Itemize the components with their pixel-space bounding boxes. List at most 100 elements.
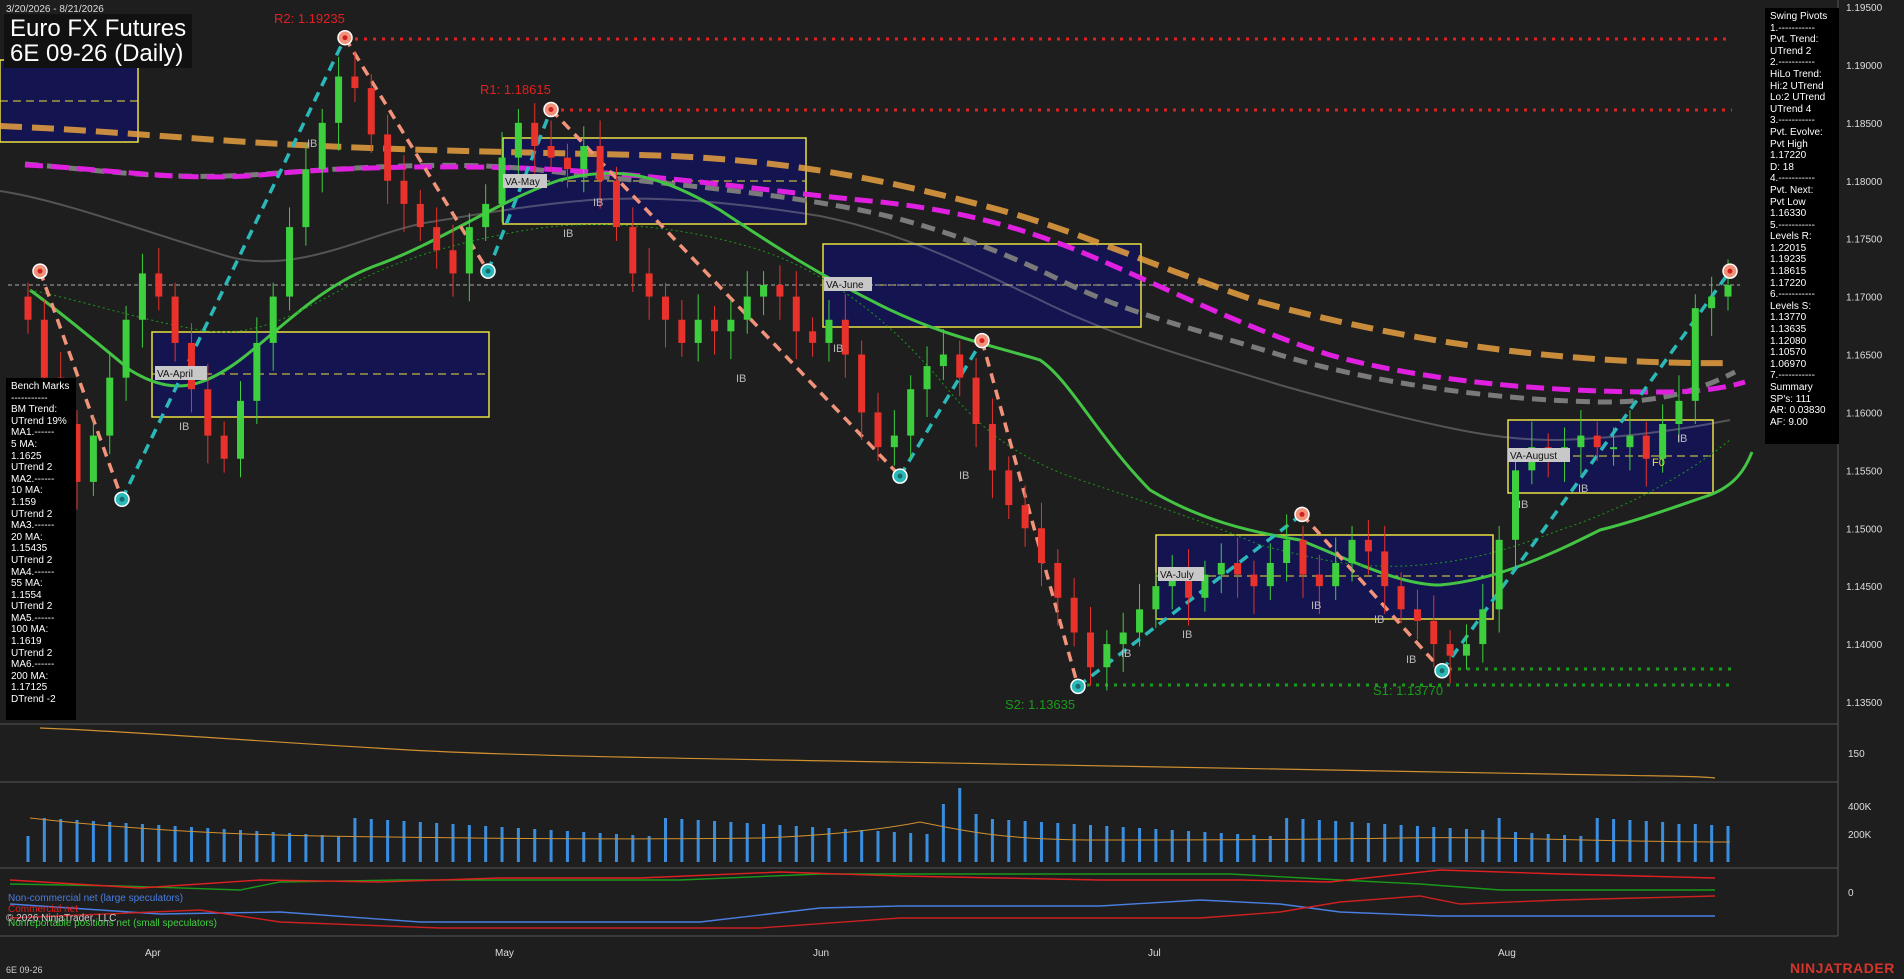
candle-body [1152, 586, 1160, 610]
candle-body [1610, 447, 1618, 450]
volume-bar [1399, 825, 1403, 862]
candle-body [907, 389, 915, 436]
volume-bar [451, 824, 455, 862]
volume-bar [1350, 822, 1354, 862]
chart-title: Euro FX Futures [10, 15, 187, 42]
swing-marker-core [1727, 268, 1733, 274]
candle-body [776, 285, 784, 297]
bench_marks-line: MA6.------ [11, 659, 55, 671]
s1-label: S1: 1.13770 [1373, 683, 1443, 698]
ib-marker: IB [1406, 654, 1416, 666]
swing-marker-core [1299, 511, 1305, 517]
bench_marks-line: 1.1619 [11, 636, 42, 648]
volume-bar [1448, 828, 1452, 862]
candle-body [580, 146, 588, 170]
volume-bar [1187, 831, 1191, 862]
ib-marker: IB [593, 197, 603, 209]
volume-bar [843, 829, 847, 862]
footer-symbol: 6E 09-26 [6, 965, 43, 975]
candle-body [1708, 296, 1716, 309]
time-tick-label: May [495, 948, 514, 959]
candle-body [384, 134, 392, 181]
candle-body [792, 296, 800, 332]
candle-body [1446, 644, 1454, 656]
legend-noncommercial: Non-commercial net (large speculators) [8, 893, 184, 904]
volume-bar [1481, 830, 1485, 862]
volume-bar [239, 830, 242, 862]
price-tick-label: 1.15000 [1846, 524, 1883, 535]
bench_marks-line: 55 MA: [11, 578, 43, 590]
volume-bar [255, 831, 259, 862]
bench_marks-line: Bench Marks [11, 381, 70, 392]
swing_pivots-line: 6.----------- [1770, 289, 1815, 301]
candle-body [809, 331, 817, 343]
candle-body [237, 400, 244, 459]
cot-tick-zero: 0 [1848, 888, 1854, 899]
volume-bar [1252, 835, 1256, 862]
chart-subtitle: 6E 09-26 (Daily) [10, 40, 184, 67]
volume-bar [598, 833, 602, 862]
swing_pivots-line: 1.06970 [1770, 358, 1807, 370]
swing_pivots-line: 3.----------- [1770, 115, 1815, 127]
s2-label: S2: 1.13635 [1005, 697, 1075, 712]
volume-bar [680, 819, 684, 862]
bench_marks-line: UTrend 2 [11, 554, 53, 566]
volume-bar [1301, 819, 1305, 862]
volume-bar [1236, 834, 1240, 862]
volume-bar [1661, 822, 1665, 862]
volume-bar [696, 820, 700, 862]
price-tick-label: 1.19000 [1846, 61, 1883, 72]
price-tick-label: 1.14500 [1846, 582, 1883, 593]
volume-bar [860, 830, 864, 862]
bench_marks-line: ----------- [11, 392, 48, 404]
volume-bar [91, 821, 95, 862]
price-tick-label: 1.13500 [1846, 698, 1883, 709]
candle-body [449, 250, 457, 274]
candle-body [1332, 563, 1340, 587]
bench_marks-line: MA3.------ [11, 520, 55, 532]
candle-body [563, 157, 571, 170]
swing-marker-core [1075, 683, 1081, 689]
volume-bar [1121, 827, 1125, 862]
swing_pivots-line: D: 18 [1770, 161, 1794, 173]
candle-body [1299, 539, 1307, 575]
swing_pivots-line: 1.16330 [1770, 208, 1807, 220]
swing_pivots-line: AF: 9.00 [1770, 416, 1808, 428]
bench-marks-panel: Bench Marks ----------- BM Trend: UTrend 19… [6, 378, 76, 720]
volume-bar [1219, 833, 1223, 862]
volume-bar [500, 827, 504, 862]
candle-body [514, 122, 522, 158]
ib-marker: IB [307, 138, 317, 150]
candle-body [416, 203, 424, 228]
price-tick-label: 1.18000 [1846, 177, 1883, 188]
candle-body [1119, 632, 1127, 645]
volume-bar [876, 831, 880, 862]
candle-body [89, 435, 97, 482]
volume-bar [1317, 820, 1321, 862]
ib-marker: IB [959, 470, 969, 482]
candle-body [711, 319, 719, 332]
bench_marks-line: 10 MA: [11, 485, 43, 497]
bench_marks-line: 1.1554 [11, 589, 42, 601]
candle-body [40, 319, 48, 378]
time-tick-label: Aug [1498, 948, 1516, 959]
price-chart[interactable]: R2: 1.19235 R1: 1.18615 S2: 1.13635 S1: … [0, 0, 1904, 979]
candle-body [171, 296, 179, 343]
swing_pivots-line: Pvt. Trend: [1770, 34, 1819, 46]
volume-bar [1415, 826, 1419, 862]
bench_marks-line: MA1.------ [11, 427, 55, 439]
chart-title-box: Euro FX Futures 6E 09-26 (Daily) [4, 14, 193, 68]
candle-body [874, 412, 882, 448]
ib-marker: IB [563, 228, 573, 240]
ib-marker: IB [1374, 614, 1384, 626]
swing_pivots-line: Pvt. Next: [1770, 184, 1814, 196]
swing_pivots-line: SP's: 111 [1770, 393, 1812, 405]
volume-bar [974, 814, 978, 862]
swing_pivots-line: 1.17220 [1770, 150, 1807, 162]
volume-bar [516, 828, 520, 862]
time-tick-label: Jun [813, 948, 829, 959]
volume-bar [304, 834, 308, 862]
swing_pivots-line: 1.17220 [1770, 277, 1807, 289]
swing_pivots-line: HiLo Trend: [1770, 68, 1822, 80]
volume-bar [1677, 824, 1681, 862]
